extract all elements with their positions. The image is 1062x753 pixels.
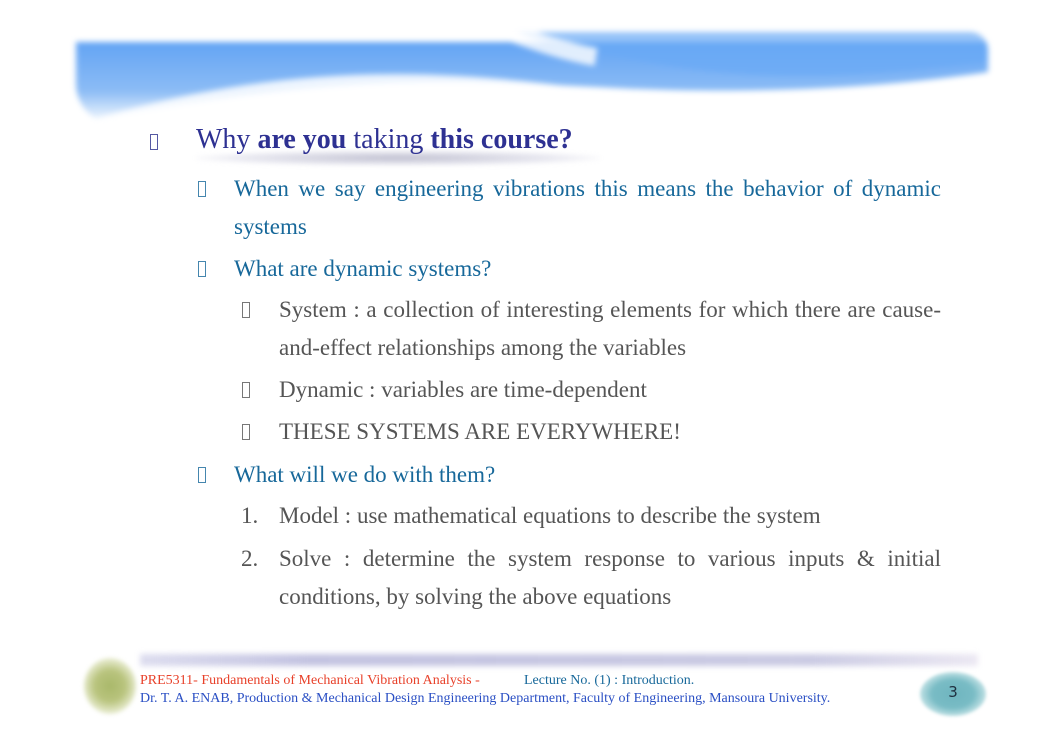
title-part-bold: this course? — [430, 124, 573, 155]
page-number: 3 — [948, 683, 958, 701]
footer-course: PRE5311- Fundamentals of Mechanical Vibr… — [140, 673, 480, 688]
list-number: 2. — [241, 546, 259, 571]
square-bullet-icon — [242, 302, 250, 318]
sub-bullet-item: THESE SYSTEMS ARE EVERYWHERE! — [279, 419, 681, 444]
list-number: 1. — [241, 503, 259, 528]
numbered-item: Model : use mathematical equations to de… — [279, 503, 821, 528]
footer-bar — [140, 654, 978, 666]
square-bullet-icon — [150, 134, 158, 150]
footer-orb-decoration — [84, 658, 136, 714]
footer-lecture: Lecture No. (1) : Introduction. — [524, 673, 695, 688]
square-bullet-icon — [198, 181, 206, 197]
square-bullet-icon — [242, 382, 250, 398]
wave-graphic — [76, 32, 988, 124]
title-part: Why — [196, 124, 258, 155]
title-part-bold: are you — [257, 124, 347, 155]
bullet-item: What will we do with them? — [234, 462, 496, 487]
footer-author: Dr. T. A. ENAB, Production & Mechanical … — [140, 691, 831, 706]
numbered-item: Solve : determine the system response to… — [279, 546, 941, 609]
header-banner — [76, 32, 988, 124]
slide-title: Why are you taking this course? — [196, 124, 573, 156]
title-part: taking — [346, 124, 431, 155]
sub-bullet-item: Dynamic : variables are time-dependent — [279, 377, 647, 402]
sub-bullet-item: System : a collection of interesting ele… — [279, 297, 941, 360]
square-bullet-icon — [242, 424, 250, 440]
bullet-item: What are dynamic systems? — [234, 256, 492, 281]
square-bullet-icon — [198, 467, 206, 483]
square-bullet-icon — [198, 261, 206, 277]
bullet-item: When we say engineering vibrations this … — [234, 176, 941, 239]
